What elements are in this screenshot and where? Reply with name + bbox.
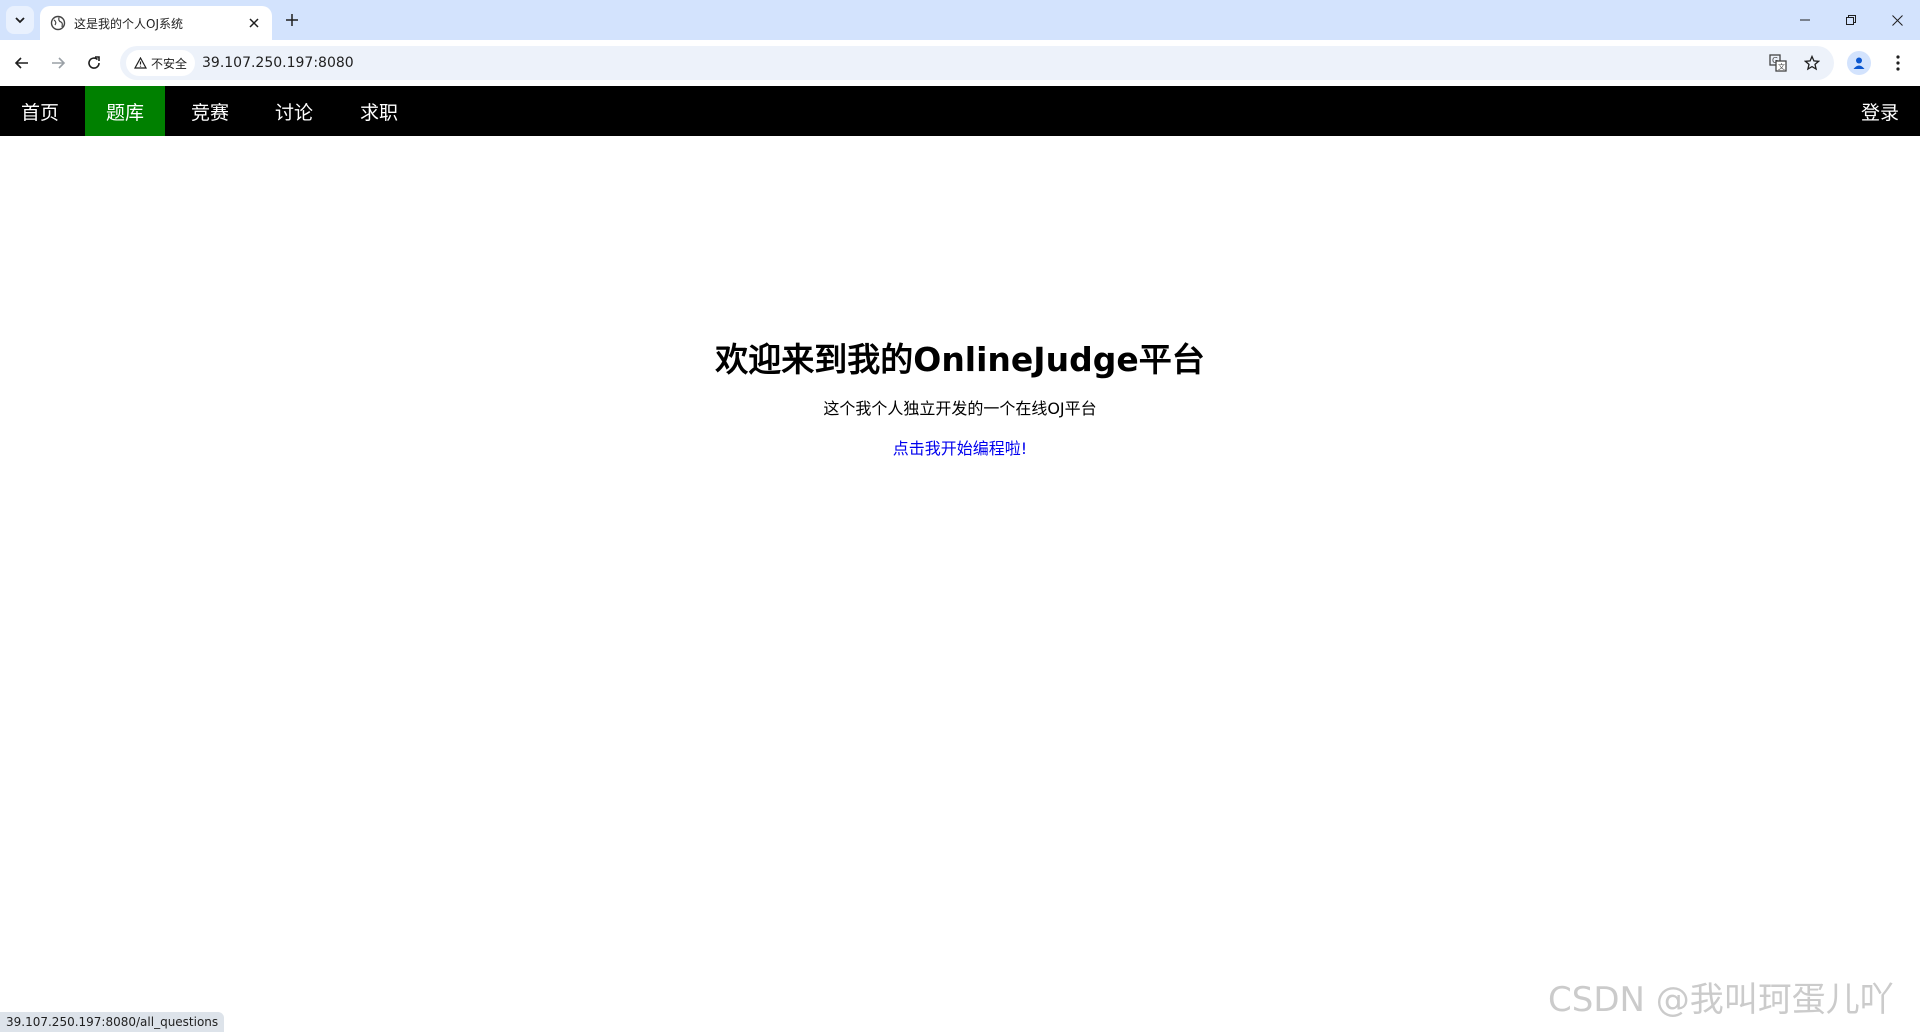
new-tab-button[interactable]	[280, 8, 304, 32]
close-icon[interactable]	[244, 13, 264, 33]
close-window-button[interactable]	[1874, 0, 1920, 40]
svg-text:文: 文	[1778, 62, 1785, 71]
plus-icon	[286, 14, 298, 26]
tab-search-button[interactable]	[6, 6, 34, 34]
nav-item-discussion[interactable]: 讨论	[254, 86, 334, 136]
page-title: 欢迎来到我的OnlineJudge平台	[715, 340, 1205, 379]
login-link[interactable]: 登录	[1840, 86, 1920, 136]
address-bar[interactable]: 不安全 39.107.250.197:8080 G文	[120, 46, 1834, 80]
nav-item-label: 竞赛	[190, 101, 229, 124]
translate-button[interactable]: G文	[1766, 51, 1790, 75]
reload-icon	[88, 56, 100, 69]
chevron-down-icon	[15, 17, 25, 24]
url-text[interactable]: 39.107.250.197:8080	[202, 46, 354, 80]
translate-icon: G文	[1769, 54, 1787, 72]
browser-tab-strip: 这是我的个人OJ系统	[0, 0, 1920, 40]
security-indicator[interactable]: 不安全	[126, 50, 196, 76]
nav-item-label: 求职	[359, 101, 398, 124]
browser-menu-button[interactable]	[1886, 51, 1910, 75]
nav-item-label: 讨论	[274, 101, 313, 124]
minimize-icon	[1800, 19, 1810, 21]
welcome-section: 欢迎来到我的OnlineJudge平台 这个我个人独立开发的一个在线OJ平台 点…	[0, 330, 1920, 460]
security-label: 不安全	[151, 56, 188, 71]
restore-button[interactable]	[1828, 0, 1874, 40]
browser-toolbar: 不安全 39.107.250.197:8080 G文	[0, 40, 1920, 86]
forward-button[interactable]	[44, 49, 72, 77]
arrow-right-icon	[52, 57, 66, 69]
page-subtitle: 这个我个人独立开发的一个在线OJ平台	[823, 399, 1097, 418]
arrow-left-icon	[14, 57, 28, 69]
minimize-button[interactable]	[1782, 0, 1828, 40]
link-status-bar: 39.107.250.197:8080/all_questions	[0, 1012, 225, 1032]
watermark: CSDN @我叫珂蛋儿吖	[1548, 980, 1894, 1020]
warning-triangle-icon	[134, 57, 147, 69]
globe-icon	[50, 15, 66, 31]
tab-title: 这是我的个人OJ系统	[74, 16, 183, 31]
browser-tab-active[interactable]: 这是我的个人OJ系统	[40, 6, 272, 40]
more-vertical-icon	[1896, 55, 1900, 71]
nav-item-label: 题库	[105, 101, 144, 124]
nav-item-home[interactable]: 首页	[0, 86, 80, 136]
star-icon	[1804, 55, 1820, 71]
bookmark-button[interactable]	[1800, 51, 1824, 75]
start-coding-link[interactable]: 点击我开始编程啦!	[893, 438, 1027, 460]
close-icon	[1891, 14, 1903, 26]
login-label: 登录	[1860, 101, 1899, 124]
reload-button[interactable]	[80, 49, 108, 77]
person-icon	[1853, 57, 1865, 69]
nav-item-problems[interactable]: 题库	[85, 86, 165, 136]
profile-button[interactable]	[1847, 51, 1871, 75]
restore-icon	[1846, 15, 1856, 25]
nav-item-label: 首页	[20, 101, 59, 124]
nav-item-jobs[interactable]: 求职	[339, 86, 419, 136]
nav-item-contests[interactable]: 竞赛	[170, 86, 250, 136]
site-navbar: 首页 题库 竞赛 讨论 求职 登录	[0, 86, 1920, 136]
back-button[interactable]	[8, 49, 36, 77]
